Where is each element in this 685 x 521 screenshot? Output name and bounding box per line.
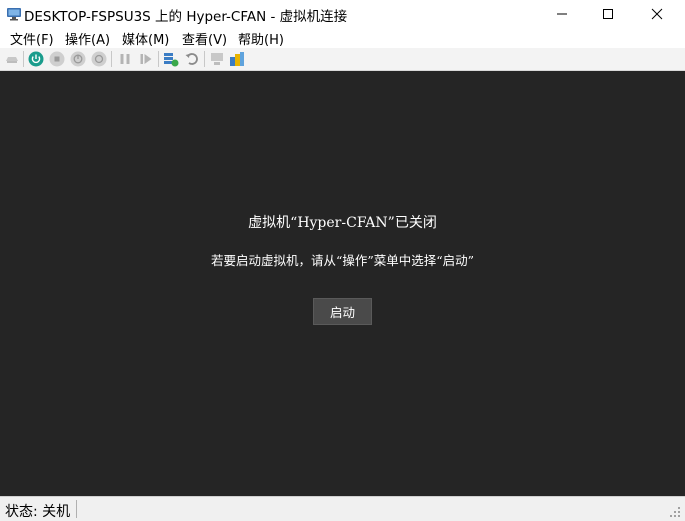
close-icon [651, 8, 663, 20]
menu-action[interactable]: 操作(A) [65, 29, 110, 48]
toolbar-separator [158, 51, 159, 67]
status-separator [76, 500, 77, 518]
vm-display-area[interactable]: 虚拟机“Hyper-CFAN”已关闭 若要启动虚拟机，请从“操作”菜单中选择“启… [0, 71, 685, 496]
enhanced-session-icon[interactable] [209, 51, 225, 67]
toolbar-separator [23, 51, 24, 67]
hyperv-app-icon [7, 8, 21, 21]
toolbar-separator [204, 51, 205, 67]
close-button[interactable] [634, 0, 680, 28]
start-button[interactable]: 启动 [313, 298, 372, 325]
status-text: 状态: 关机 [5, 504, 71, 520]
menu-view[interactable]: 查看(V) [182, 29, 227, 48]
save-state-icon[interactable] [91, 51, 107, 67]
pause-icon[interactable] [117, 51, 133, 67]
title-bar: DESKTOP-FSPSU3S 上的 Hyper-CFAN - 虚拟机连接 [0, 0, 685, 28]
ctrl-alt-del-icon[interactable] [4, 51, 20, 67]
toolbar [0, 48, 685, 71]
maximize-button[interactable] [585, 0, 631, 28]
toolbar-separator [111, 51, 112, 67]
checkpoint-icon[interactable] [163, 51, 179, 67]
turn-off-icon[interactable] [49, 51, 65, 67]
minimize-icon [557, 13, 567, 15]
vm-start-hint: 若要启动虚拟机，请从“操作”菜单中选择“启动” [210, 253, 475, 268]
menu-bar: 文件(F) 操作(A) 媒体(M) 查看(V) 帮助(H) [0, 28, 685, 48]
share-icon[interactable] [229, 51, 245, 67]
menu-file[interactable]: 文件(F) [10, 29, 54, 48]
menu-media[interactable]: 媒体(M) [122, 29, 169, 48]
minimize-button[interactable] [539, 0, 585, 28]
resume-icon[interactable] [138, 51, 154, 67]
vm-state-title: 虚拟机“Hyper-CFAN”已关闭 [248, 215, 437, 231]
menu-help[interactable]: 帮助(H) [238, 29, 284, 48]
start-icon[interactable] [28, 51, 44, 67]
status-bar: 状态: 关机 [0, 496, 685, 521]
resize-grip-icon[interactable] [669, 506, 681, 518]
window-title: DESKTOP-FSPSU3S 上的 Hyper-CFAN - 虚拟机连接 [24, 9, 348, 25]
shutdown-icon[interactable] [70, 51, 86, 67]
maximize-icon [603, 9, 613, 19]
revert-icon[interactable] [184, 51, 200, 67]
